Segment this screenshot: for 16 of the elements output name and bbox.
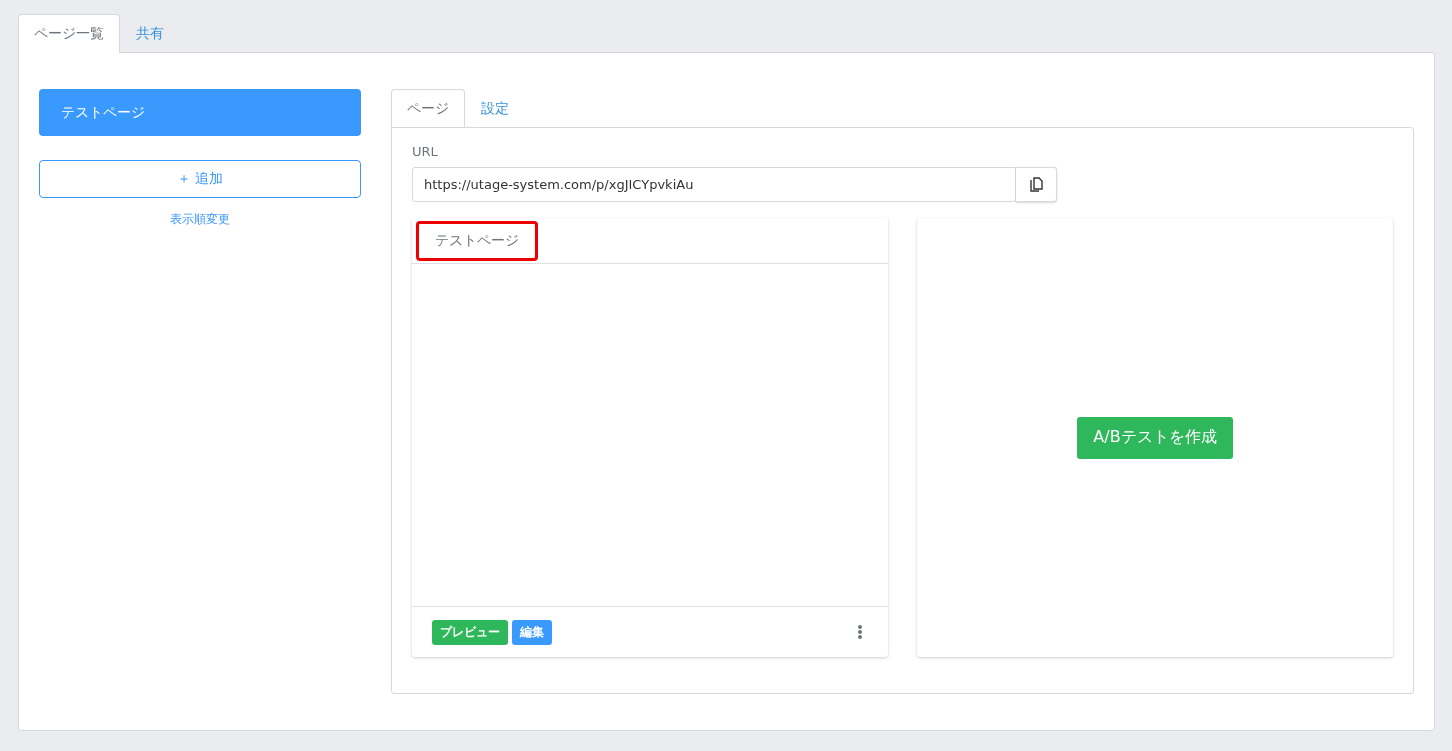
add-button[interactable]: ＋ 追加 xyxy=(39,160,361,198)
url-label: URL xyxy=(412,144,439,159)
tab[interactable]: 共有 xyxy=(120,14,180,53)
tab[interactable]: ページ一覧 xyxy=(18,14,120,53)
copy-button[interactable] xyxy=(1016,167,1057,202)
tab[interactable]: 設定 xyxy=(465,89,525,128)
page-title: テストページ xyxy=(416,220,538,261)
tab[interactable]: ページ xyxy=(391,89,465,128)
create-ab-test-button[interactable]: A/Bテストを作成 xyxy=(1077,416,1233,459)
more-icon[interactable] xyxy=(858,625,862,639)
edit-button[interactable]: 編集 xyxy=(512,619,552,645)
url-field[interactable]: https://utage-system.com/p/xgJICYpvkiAu xyxy=(412,167,1016,202)
copy-icon xyxy=(1029,177,1043,192)
reorder-link[interactable]: 表示順変更 xyxy=(170,211,230,228)
preview-button[interactable]: プレビュー xyxy=(432,619,508,645)
sidebar-item[interactable]: テストページ xyxy=(39,89,361,136)
